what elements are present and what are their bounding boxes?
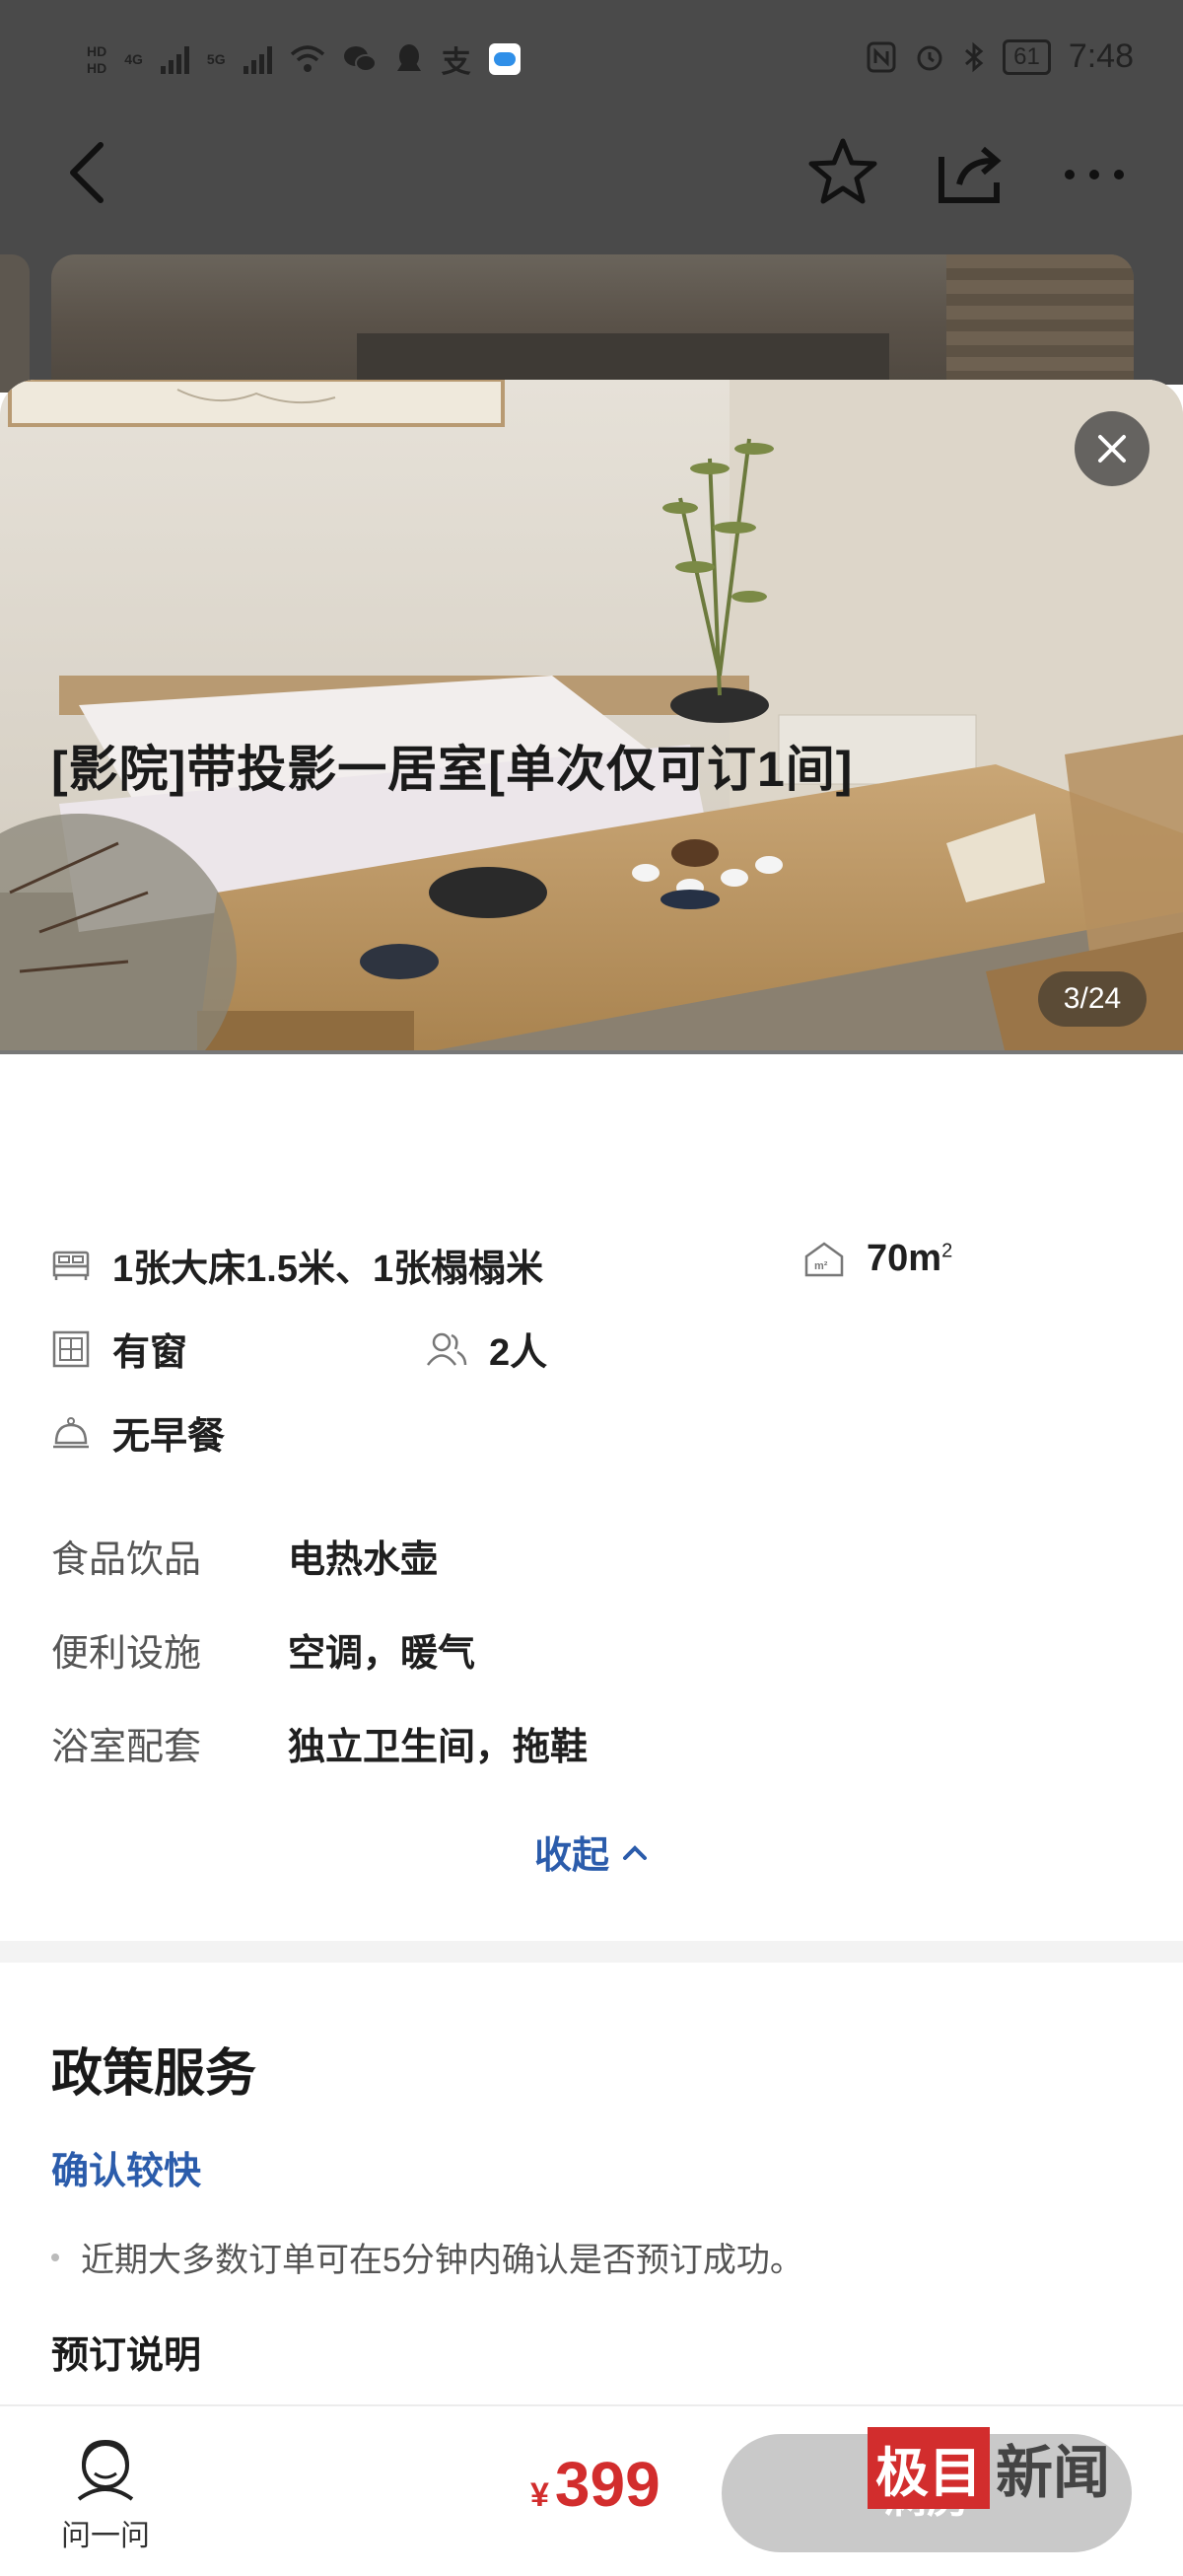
room-detail-sheet: 3/24 [影院]带投影一居室[单次仅可订1间] 1张大床1.5米、1张榻榻米 …: [0, 380, 1183, 2576]
hd-badges: HD HD: [87, 44, 106, 75]
share-icon[interactable]: [932, 133, 1010, 212]
more-icon[interactable]: [1060, 133, 1129, 212]
collapse-label: 收起: [533, 1835, 609, 1877]
feature-area: m² 70m2: [803, 1238, 952, 1280]
alarm-icon: [917, 45, 942, 70]
close-icon: [1098, 435, 1126, 463]
network-5g-label: 5G: [206, 51, 226, 67]
amenity-value: 空调，暖气: [288, 1633, 476, 1675]
area-sup: 2: [941, 1240, 953, 1262]
chevron-up-icon: [623, 1844, 647, 1860]
feature-occupancy: 2人: [426, 1322, 547, 1376]
amenity-row: 便利设施 空调，暖气: [51, 1622, 475, 1677]
close-button[interactable]: [1075, 411, 1149, 486]
customer-service-icon: [77, 2439, 134, 2501]
photo-counter: 3/24: [1038, 971, 1147, 1027]
qq-icon: [396, 44, 421, 71]
watermark-text: 新闻: [996, 2439, 1111, 2506]
amenity-value: 独立卫生间，拖鞋: [288, 1727, 589, 1768]
confirm-note: 近期大多数订单可在5分钟内确认是否预订成功。: [51, 2233, 803, 2281]
status-right: 61 7:48: [867, 37, 1134, 76]
signal-icon: [160, 44, 189, 74]
status-left: HD HD 4G 5G 支: [87, 37, 521, 81]
section-divider: [0, 1941, 1183, 1963]
area-value: 70m: [867, 1238, 942, 1279]
ask-button[interactable]: 问一问: [51, 2436, 160, 2554]
window-text: 有窗: [112, 1332, 188, 1374]
amenity-row: 食品饮品 电热水壶: [51, 1529, 438, 1583]
clock: 7:48: [1068, 37, 1134, 75]
price: ¥ 399: [530, 2448, 661, 2521]
chevron-left-icon[interactable]: [59, 133, 118, 212]
confirm-note-text: 近期大多数订单可在5分钟内确认是否预订成功。: [81, 2242, 803, 2279]
area-icon: m²: [804, 1241, 844, 1276]
amenity-key: 食品饮品: [51, 1539, 202, 1581]
signal-icon-2: [243, 44, 272, 74]
bed-icon: [52, 1251, 90, 1280]
bed-text: 1张大床1.5米、1张榻榻米: [112, 1249, 544, 1290]
bluetooth-icon: [965, 41, 984, 72]
currency-symbol: ¥: [530, 2476, 549, 2514]
confirm-title: 确认较快: [51, 2151, 202, 2192]
amenity-key: 便利设施: [51, 1633, 202, 1675]
status-bar: HD HD 4G 5G 支 61 7:48: [0, 0, 1183, 123]
collapse-button[interactable]: 收起: [0, 1825, 1183, 1879]
price-amount: 399: [554, 2449, 661, 2520]
bullet-dot: [51, 2253, 59, 2261]
breakfast-text: 无早餐: [112, 1416, 226, 1458]
amenity-row: 浴室配套 独立卫生间，拖鞋: [51, 1716, 588, 1770]
watermark-logo: 极目 新闻: [868, 2426, 1110, 2509]
window-icon: [52, 1330, 90, 1367]
occupancy-text: 2人: [489, 1332, 548, 1374]
dining-bell-icon: [53, 1416, 89, 1448]
alipay-icon: 支: [441, 46, 471, 79]
network-4g-label: 4G: [124, 51, 143, 67]
svg-text:m²: m²: [814, 1260, 828, 1272]
wechat-icon: [343, 46, 377, 72]
room-photo[interactable]: [0, 380, 1183, 1054]
amenity-key: 浴室配套: [51, 1727, 202, 1768]
guests-icon: [426, 1332, 467, 1366]
hd-badge: HD: [87, 42, 107, 59]
room-title: [影院]带投影一居室[单次仅可订1间]: [51, 742, 854, 797]
nfc-icon: [867, 41, 896, 72]
booking-title: 预订说明: [51, 2335, 202, 2377]
feature-window: 有窗: [51, 1322, 187, 1376]
background-photo-edge: [0, 254, 30, 393]
star-icon[interactable]: [803, 133, 882, 212]
watermark-box: 极目: [868, 2426, 990, 2509]
area-text: 70m2: [867, 1238, 952, 1280]
feature-breakfast: 无早餐: [51, 1405, 225, 1460]
policy-title: 政策服务: [51, 2045, 257, 2103]
photo-gallery[interactable]: 3/24: [0, 380, 1183, 1054]
amenity-value: 电热水壶: [288, 1539, 439, 1581]
hd-badge-2: HD: [87, 59, 107, 76]
feature-bed: 1张大床1.5米、1张榻榻米: [51, 1238, 543, 1292]
app-root: HD HD 4G 5G 支 61 7:48 3/24 [影院]带投影一居室[单次…: [0, 0, 1183, 2576]
wifi-icon: [290, 45, 324, 72]
ask-label: 问一问: [61, 2520, 150, 2552]
background-photo: [51, 254, 1134, 393]
top-nav: [0, 123, 1183, 261]
battery-icon: 61: [1003, 38, 1051, 75]
cloud-icon: [488, 43, 521, 75]
